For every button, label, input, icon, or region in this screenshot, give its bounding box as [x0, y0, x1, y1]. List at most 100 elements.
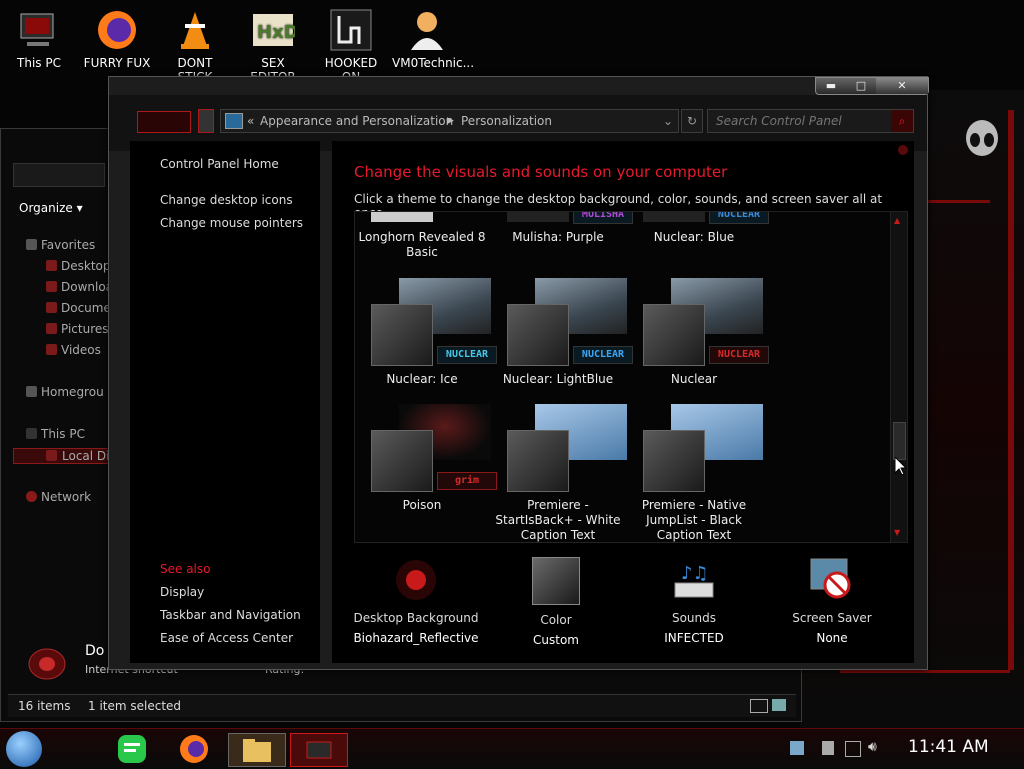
screen-saver-setting[interactable]: Screen Saver None: [762, 557, 902, 645]
control-panel-home-link[interactable]: Control Panel Home: [160, 157, 279, 171]
theme-premiere-white[interactable]: Premiere - StartIsBack+ - White Caption …: [491, 404, 627, 542]
status-item-count: 16 items: [18, 699, 71, 713]
theme-nuclear-blue[interactable]: NUCLEAR Nuclear: Blue: [627, 212, 769, 272]
back-forward-buttons[interactable]: [137, 111, 191, 133]
sounds-setting[interactable]: ♪♫ Sounds INFECTED: [624, 557, 764, 645]
music-keyboard-icon: ♪♫: [671, 557, 717, 603]
homegroup-icon: [26, 386, 37, 397]
theme-thumbnail: [507, 212, 569, 222]
desktop-icon-sex-editor[interactable]: HxD SEX EDITOR: [238, 6, 308, 84]
detail-name: Do: [85, 643, 105, 659]
theme-nuclear-lightblue[interactable]: NUCLEAR Nuclear: LightBlue: [491, 278, 633, 388]
breadcrumb-appearance[interactable]: Appearance and Personalization: [260, 110, 453, 132]
star-icon: [26, 239, 37, 250]
bg-nav-label: Desktop: [61, 259, 111, 273]
organize-label: Organize: [19, 201, 73, 215]
tray-network-icon[interactable]: [790, 741, 804, 755]
breadcrumb-personalization[interactable]: Personalization: [461, 110, 552, 132]
details-view-icon[interactable]: [750, 699, 768, 713]
taskbar-firefox-icon[interactable]: [166, 733, 222, 765]
setting-title: Desktop Background: [353, 611, 479, 625]
bg-nav-favorites[interactable]: Favorites: [26, 238, 96, 252]
tray-volume-icon[interactable]: 🔊︎: [868, 739, 877, 755]
display-link[interactable]: Display: [160, 585, 204, 599]
theme-label: Mulisha: Purple: [512, 230, 604, 244]
help-icon[interactable]: [898, 145, 908, 155]
taskbar-clock[interactable]: 11:41 AM: [908, 737, 989, 757]
recent-pages-button[interactable]: [198, 109, 214, 133]
close-button[interactable]: ✕: [876, 78, 928, 94]
status-selection: 1 item selected: [88, 699, 182, 713]
large-icons-view-icon[interactable]: [772, 699, 786, 711]
page-title: Change the visuals and sounds on your co…: [354, 163, 728, 181]
personalization-window[interactable]: ▬ □ ✕ « Appearance and Personalization ▶…: [108, 76, 929, 670]
breadcrumb-overflow[interactable]: «: [247, 110, 254, 132]
svg-text:♪♫: ♪♫: [681, 563, 709, 584]
window-caption-buttons: ▬ □ ✕: [815, 77, 929, 95]
desktop-icon-furry-fux[interactable]: FURRY FUX: [82, 6, 152, 70]
taskbar-control-panel-icon[interactable]: [290, 733, 348, 767]
desktop-folder-icon: [46, 260, 57, 271]
bg-nav-pictures[interactable]: Pictures: [46, 322, 109, 336]
theme-mulisha-purple[interactable]: MULISHA Mulisha: Purple: [491, 212, 633, 272]
address-dropdown-icon[interactable]: ⌄: [663, 110, 673, 132]
taskbar-notes-app[interactable]: [104, 733, 160, 765]
theme-thumbnail: [643, 212, 705, 222]
search-input[interactable]: [708, 110, 886, 132]
theme-premiere-black[interactable]: Premiere - Native JumpList - Black Capti…: [627, 404, 763, 542]
theme-gallery-scrollbar[interactable]: ▲ ▼: [890, 212, 907, 542]
theme-poison[interactable]: grim Poison: [355, 404, 497, 542]
tray-connection-icon[interactable]: [845, 741, 861, 757]
bg-nav-network[interactable]: Network: [26, 490, 91, 504]
desktop-background-setting[interactable]: Desktop Background Biohazard_Reflective: [346, 557, 486, 645]
scroll-up-icon[interactable]: ▲: [894, 216, 900, 225]
change-desktop-icons-link[interactable]: Change desktop icons: [160, 193, 293, 207]
theme-badge: NUCLEAR: [437, 346, 497, 364]
taskbar-file-explorer-icon[interactable]: [228, 733, 286, 767]
breadcrumb-separator-icon: ▶: [447, 116, 454, 126]
computer-icon: [26, 428, 37, 439]
bg-nav-local-disk[interactable]: Local Dis: [13, 448, 116, 464]
scroll-down-icon[interactable]: ▼: [894, 528, 900, 537]
theme-badge: grim: [437, 472, 497, 490]
bg-nav-homegroup[interactable]: Homegrou: [26, 385, 104, 399]
bg-nav-this-pc[interactable]: This PC: [26, 427, 85, 441]
search-box[interactable]: ⌕: [707, 109, 914, 133]
scrollbar-thumb[interactable]: [893, 422, 906, 460]
theme-color-swatch: [507, 304, 569, 366]
taskbar-navigation-link[interactable]: Taskbar and Navigation: [160, 608, 301, 622]
theme-nuclear-ice[interactable]: NUCLEAR Nuclear: Ice: [355, 278, 497, 388]
color-setting[interactable]: Color Custom: [486, 557, 626, 647]
bg-nav-buttons[interactable]: [13, 163, 105, 187]
address-bar[interactable]: « Appearance and Personalization ▶ Perso…: [220, 109, 679, 133]
ease-of-access-link[interactable]: Ease of Access Center: [160, 631, 293, 645]
bg-nav-label: Favorites: [41, 238, 96, 252]
maximize-button[interactable]: □: [846, 78, 876, 94]
alien-logo-icon: [966, 120, 998, 156]
theme-longhorn-revealed[interactable]: Longhorn Revealed 8 Basic: [355, 212, 489, 272]
tray-flag-icon[interactable]: [822, 741, 834, 755]
organize-button[interactable]: Organize ▾: [19, 201, 83, 215]
start-orb-icon[interactable]: [6, 731, 42, 767]
theme-nuclear[interactable]: NUCLEAR Nuclear: [627, 278, 769, 388]
theme-label: Nuclear: Blue: [653, 230, 735, 244]
bg-nav-videos[interactable]: Videos: [46, 343, 101, 357]
desktop-icon-label: VM0Technic...: [392, 56, 475, 70]
mouse-cursor-icon: [894, 455, 908, 476]
refresh-button[interactable]: ↻: [681, 109, 703, 133]
downloads-folder-icon: [46, 281, 57, 292]
desktop-icon-this-pc[interactable]: This PC: [4, 6, 74, 70]
minimize-button[interactable]: ▬: [816, 78, 846, 94]
bg-nav-downloads[interactable]: Downloa: [46, 280, 113, 294]
setting-title: Screen Saver: [792, 611, 872, 625]
bg-nav-label: This PC: [41, 427, 85, 441]
desktop-icon-dont-stick[interactable]: DONT STICK: [160, 6, 230, 84]
setting-value: Biohazard_Reflective: [353, 631, 479, 645]
change-mouse-pointers-link[interactable]: Change mouse pointers: [160, 216, 303, 230]
taskbar: 🔊︎ 11:41 AM: [0, 728, 1024, 769]
search-icon[interactable]: ⌕: [891, 110, 913, 132]
bg-nav-desktop[interactable]: Desktop: [46, 259, 111, 273]
setting-value: None: [816, 631, 848, 645]
desktop-icon-vm0technic[interactable]: VM0Technic...: [392, 6, 474, 70]
desktop-icon-hooked-on[interactable]: HOOKED ON: [316, 6, 386, 84]
